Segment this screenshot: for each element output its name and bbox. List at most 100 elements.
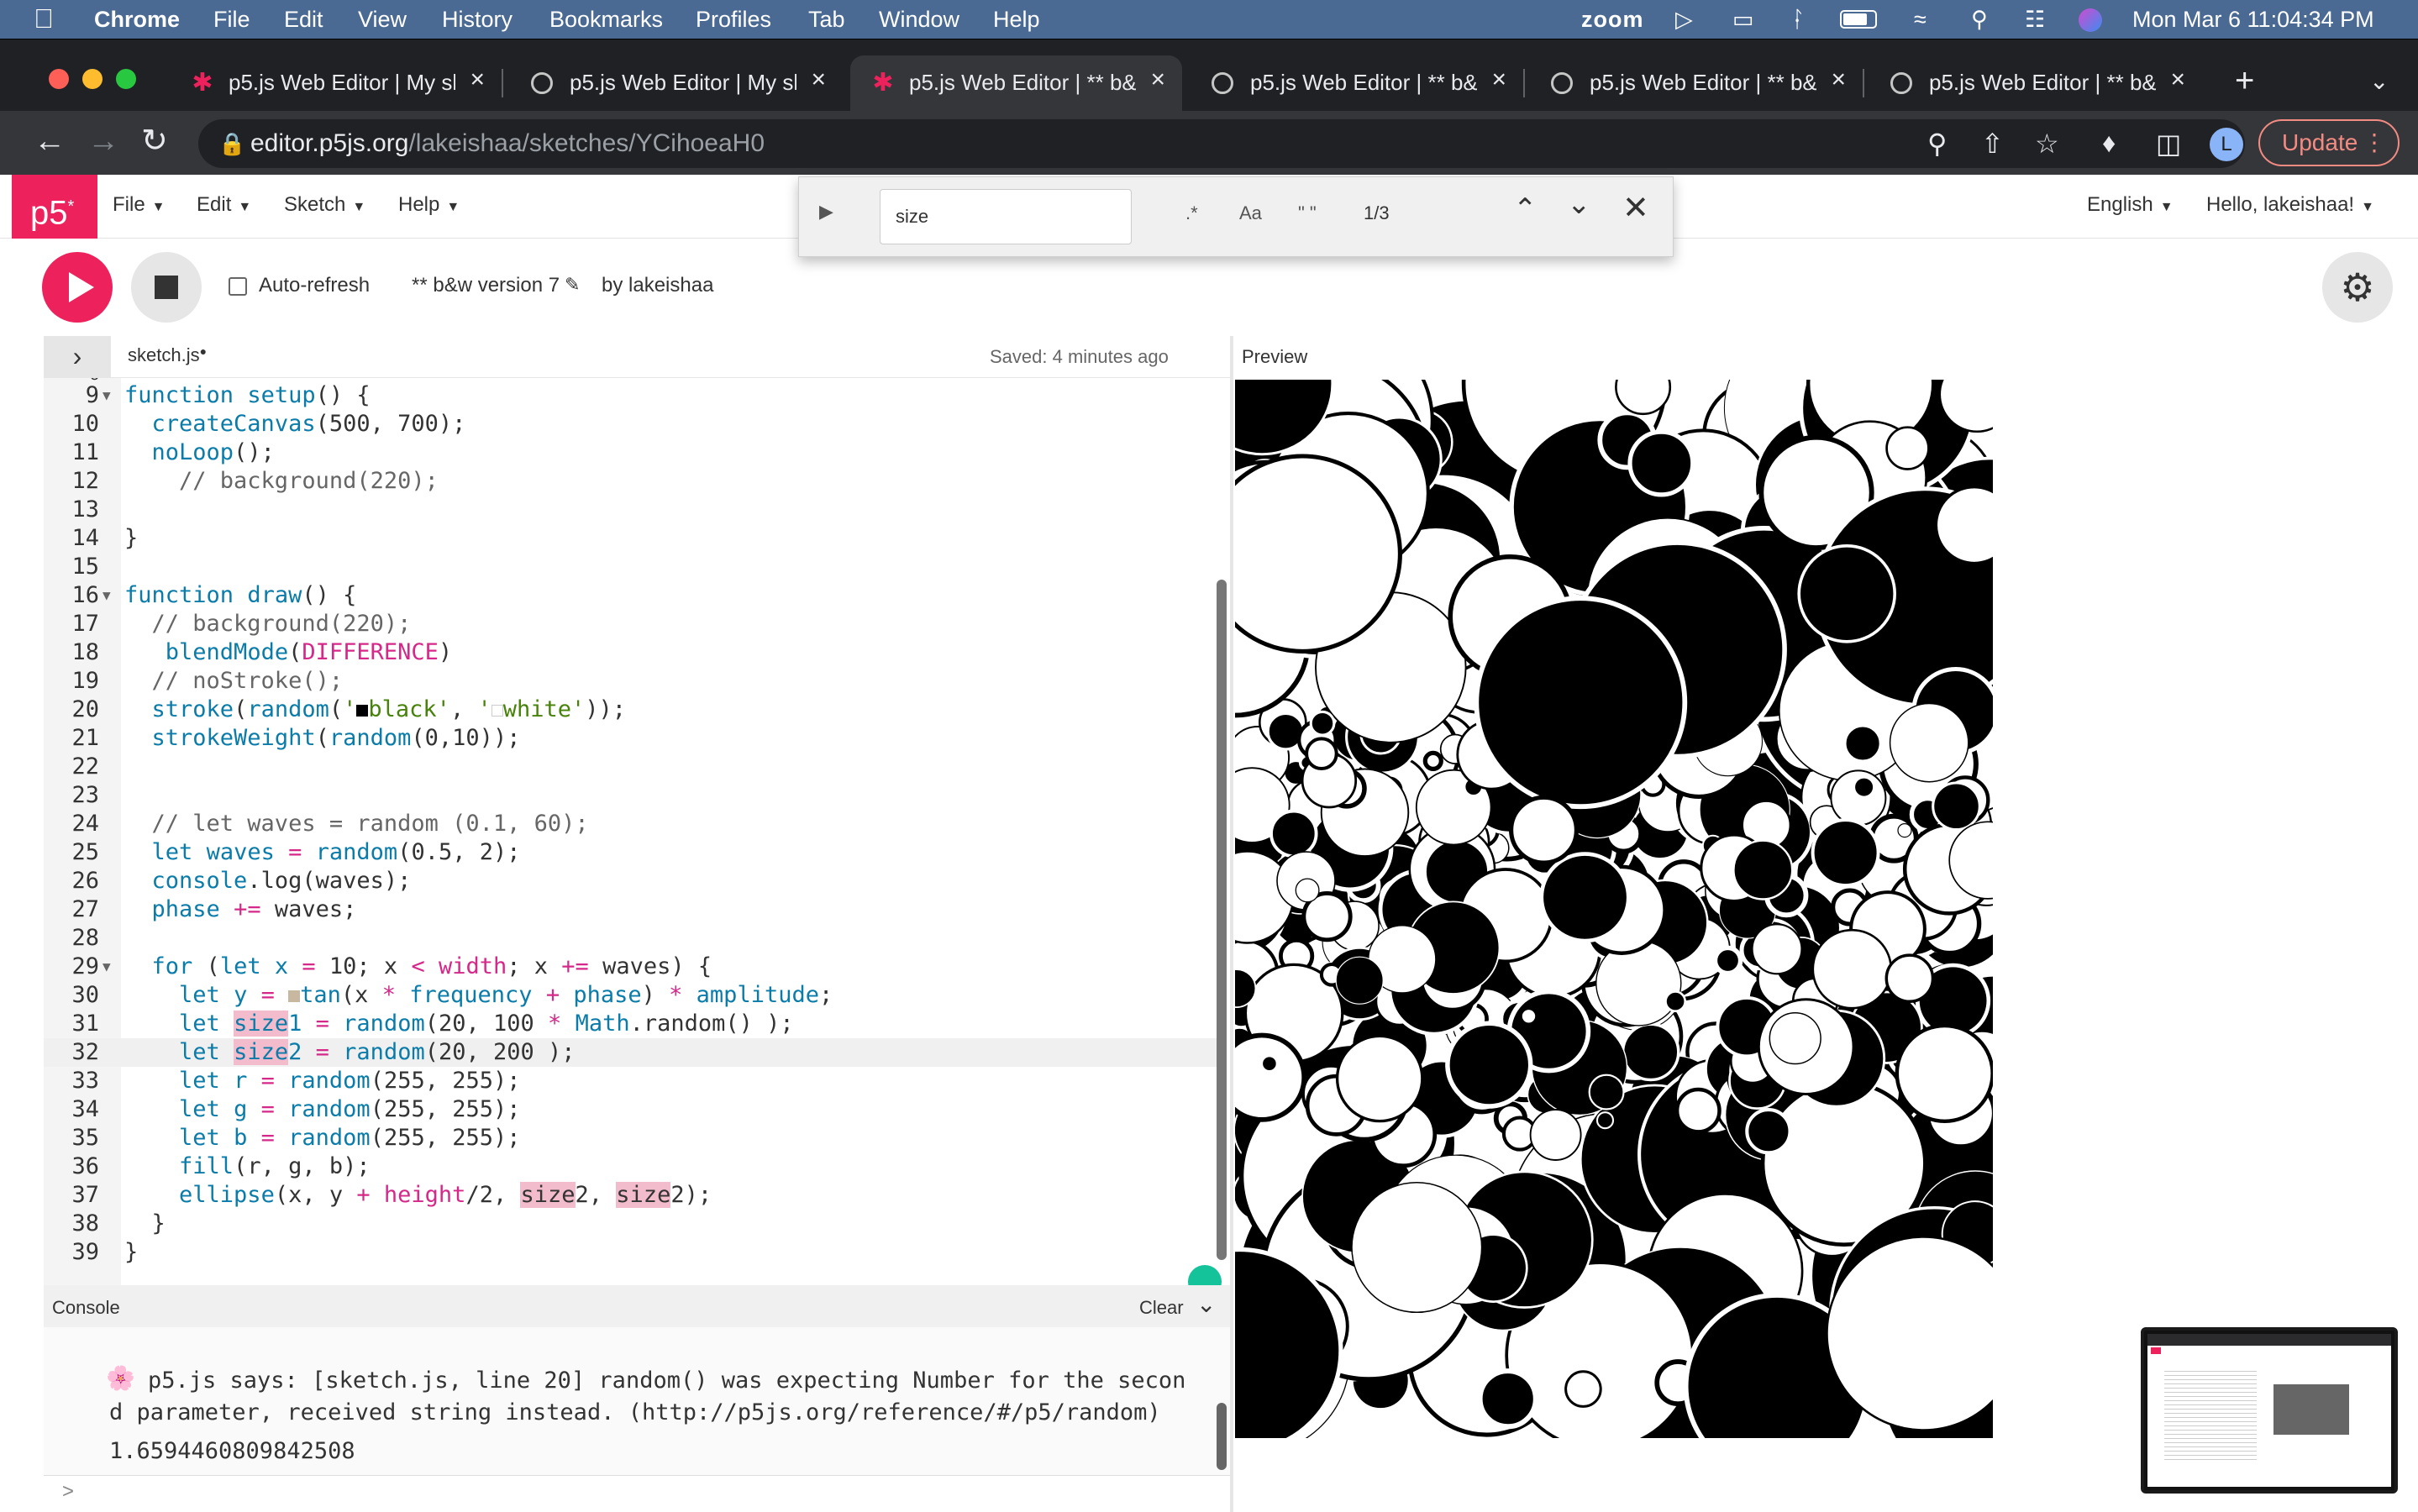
find-next-chevron-icon[interactable]: ⌄ bbox=[1567, 187, 1591, 221]
menu-history[interactable]: History bbox=[442, 7, 513, 33]
code-editor[interactable]: 8 9▼function setup() { 10 createCanvas(5… bbox=[44, 378, 1227, 1285]
sketch-author[interactable]: by lakeishaa bbox=[602, 274, 713, 297]
language-menu[interactable]: English ▼ bbox=[2087, 193, 2174, 217]
sketch-ellipse bbox=[1621, 1022, 1680, 1082]
menu-clock[interactable]: Mon Mar 6 11:04:34 PM bbox=[2132, 7, 2374, 33]
browser-tab[interactable]: p5.js Web Editor | ** b&w × bbox=[1191, 55, 1525, 111]
menu-bookmarks[interactable]: Bookmarks bbox=[549, 7, 663, 33]
file-tab[interactable]: sketch.js● bbox=[128, 344, 207, 366]
fold-triangle-icon[interactable]: ▼ bbox=[103, 381, 111, 410]
whole-word-toggle[interactable]: " " bbox=[1298, 202, 1317, 224]
tab-title: p5.js Web Editor | My sketches bbox=[570, 70, 796, 95]
update-button[interactable]: Update ⋮ bbox=[2258, 119, 2400, 166]
tab-close-icon[interactable]: × bbox=[1491, 66, 1506, 94]
battery-status-icon[interactable] bbox=[1840, 8, 1877, 34]
menu-file[interactable]: File bbox=[213, 7, 250, 33]
reload-icon[interactable]: ↻ bbox=[141, 123, 168, 160]
menu-view[interactable]: View bbox=[358, 7, 407, 33]
line-number: 26 bbox=[71, 868, 99, 894]
tab-close-icon[interactable]: × bbox=[470, 66, 485, 94]
console-clear-button[interactable]: Clear bbox=[1139, 1297, 1184, 1319]
user-menu[interactable]: Hello, lakeishaa! ▼ bbox=[2206, 193, 2374, 217]
browser-tab-active[interactable]: ✱ p5.js Web Editor | ** b&w version 7 × bbox=[850, 55, 1182, 111]
code-line: 31 let size1 = random(20, 100 * Math.ran… bbox=[44, 1010, 1227, 1038]
auto-refresh-checkbox[interactable] bbox=[229, 277, 247, 296]
settings-gear-icon[interactable]: ⚙ bbox=[2322, 252, 2393, 323]
code-text: console.log(waves); bbox=[151, 868, 412, 894]
spotlight-search-icon[interactable]: ⚲ bbox=[1971, 7, 1988, 33]
console-collapse-chevron-icon[interactable]: ⌄ bbox=[1196, 1290, 1216, 1318]
new-tab-plus-icon[interactable]: + bbox=[2235, 64, 2254, 97]
fold-triangle-icon[interactable]: ▼ bbox=[103, 953, 111, 981]
menu-edit[interactable]: Edit bbox=[284, 7, 323, 33]
p5-logo[interactable]: p5* bbox=[12, 175, 97, 239]
tab-close-icon[interactable]: × bbox=[1150, 66, 1165, 94]
nav-help-menu[interactable]: Help ▼ bbox=[398, 193, 460, 217]
zoom-status-icon[interactable]: zoom bbox=[1581, 7, 1644, 33]
wifi-status-icon[interactable]: ≈ bbox=[1914, 7, 1927, 33]
nav-edit-label: Edit bbox=[197, 193, 232, 216]
back-arrow-icon[interactable]: ← bbox=[34, 123, 66, 160]
code-text: } bbox=[124, 525, 139, 551]
app-name-menu[interactable]: Chrome bbox=[94, 7, 180, 33]
forward-arrow-icon[interactable]: → bbox=[87, 123, 119, 160]
bluetooth-status-icon[interactable]: ᛛ bbox=[1791, 7, 1805, 33]
browser-tab[interactable]: p5.js Web Editor | ** b&w × bbox=[1531, 55, 1864, 111]
find-close-icon[interactable]: ✕ bbox=[1622, 189, 1649, 227]
bookmark-star-icon[interactable]: ☆ bbox=[2035, 128, 2059, 160]
window-minimize-icon[interactable] bbox=[82, 69, 103, 89]
zoom-magnifier-icon[interactable]: ⚲ bbox=[1927, 128, 1947, 160]
nav-sketch-menu[interactable]: Sketch ▼ bbox=[284, 193, 365, 217]
flower-icon: 🌸 bbox=[106, 1364, 135, 1392]
console-scrollbar[interactable] bbox=[1217, 1403, 1227, 1470]
kebab-menu-icon[interactable]: ⋮ bbox=[2363, 121, 2386, 165]
sketch-name[interactable]: ** b&w version 7 bbox=[412, 274, 560, 297]
address-bar[interactable]: 🔒 editor.p5js.org/lakeishaa/sketches/YCi… bbox=[198, 119, 2245, 168]
nav-file-menu[interactable]: File ▼ bbox=[113, 193, 166, 217]
regex-toggle[interactable]: .* bbox=[1185, 202, 1198, 224]
browser-tab[interactable]: p5.js Web Editor | My sketches × bbox=[511, 55, 843, 111]
side-panel-icon[interactable]: ◫ bbox=[2156, 128, 2181, 160]
display-status-icon[interactable]: ▭ bbox=[1732, 7, 1754, 33]
browser-tab[interactable]: p5.js Web Editor | ** b&w × bbox=[1870, 55, 2202, 111]
code-line-current: 32 let size2 = random(20, 200 ); bbox=[44, 1038, 1227, 1067]
lock-icon[interactable]: 🔒 bbox=[218, 131, 245, 157]
console-input[interactable] bbox=[44, 1475, 1230, 1512]
profile-avatar[interactable]: L bbox=[2210, 128, 2243, 161]
code-text: // background(220); bbox=[124, 611, 412, 637]
find-input[interactable] bbox=[880, 189, 1132, 244]
edit-name-pencil-icon[interactable]: ✎ bbox=[565, 274, 580, 296]
stop-button[interactable] bbox=[131, 252, 202, 323]
window-zoom-icon[interactable] bbox=[116, 69, 136, 89]
share-icon[interactable]: ⇧ bbox=[1981, 128, 2004, 160]
screenshot-thumbnail[interactable] bbox=[2141, 1327, 2398, 1494]
editor-scrollbar[interactable] bbox=[1217, 580, 1227, 1260]
sketch-ellipse bbox=[1895, 1023, 1993, 1123]
case-sensitive-toggle[interactable]: Aa bbox=[1239, 202, 1262, 224]
fold-triangle-icon[interactable]: ▼ bbox=[103, 581, 111, 610]
url-text[interactable]: editor.p5js.org/lakeishaa/sketches/YCiho… bbox=[250, 129, 765, 158]
apple-icon[interactable]:  bbox=[34, 3, 54, 34]
tab-close-icon[interactable]: × bbox=[2170, 66, 2185, 94]
menu-help[interactable]: Help bbox=[993, 7, 1040, 33]
siri-icon[interactable] bbox=[2079, 8, 2102, 32]
tab-search-chevron-icon[interactable]: ⌄ bbox=[2369, 67, 2389, 95]
nav-edit-menu[interactable]: Edit ▼ bbox=[197, 193, 251, 217]
play-status-icon[interactable]: ▷ bbox=[1675, 7, 1693, 33]
control-center-icon[interactable]: ☷ bbox=[2025, 7, 2045, 33]
sidebar-toggle-chevron-icon[interactable]: › bbox=[44, 336, 111, 378]
find-expand-triangle-icon[interactable]: ▶ bbox=[819, 201, 833, 223]
menu-tab[interactable]: Tab bbox=[808, 7, 845, 33]
window-close-icon[interactable] bbox=[49, 69, 69, 89]
tab-close-icon[interactable]: × bbox=[1831, 66, 1846, 94]
menu-window[interactable]: Window bbox=[879, 7, 959, 33]
find-previous-chevron-icon[interactable]: ⌃ bbox=[1513, 192, 1538, 226]
browser-tab[interactable]: ✱ p5.js Web Editor | My sketches × bbox=[170, 55, 503, 111]
pane-divider[interactable] bbox=[1230, 336, 1233, 1512]
menu-profiles[interactable]: Profiles bbox=[696, 7, 771, 33]
play-button[interactable] bbox=[42, 252, 113, 323]
tab-close-icon[interactable]: × bbox=[811, 66, 826, 94]
auto-refresh-label[interactable]: Auto-refresh bbox=[259, 274, 370, 297]
extensions-puzzle-icon[interactable]: ♦ bbox=[2102, 128, 2116, 159]
file-name: sketch.js bbox=[128, 344, 200, 365]
